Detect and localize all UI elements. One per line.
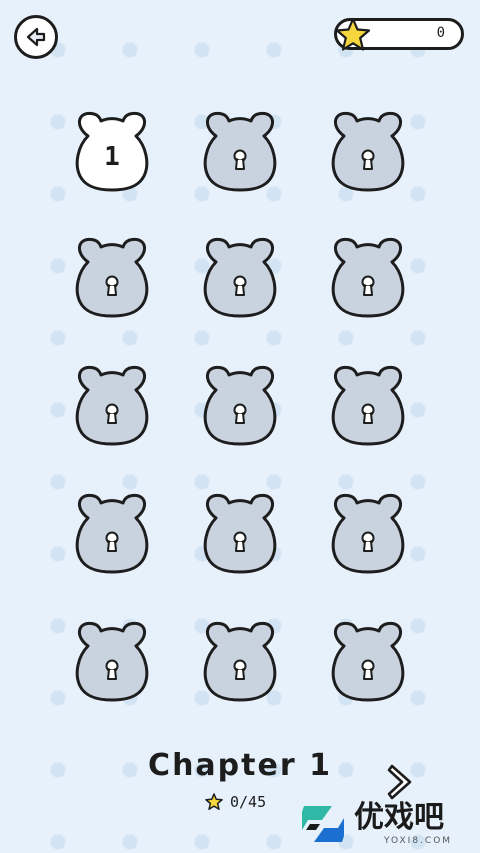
watermark: 优戏吧 YOXI8.COM: [298, 800, 480, 853]
keyhole-icon: [233, 659, 247, 680]
bear-head-icon: [331, 237, 405, 318]
bear-head-icon: [331, 493, 405, 574]
keyhole-icon: [105, 275, 119, 296]
level-locked[interactable]: [192, 360, 288, 450]
watermark-text: 优戏吧: [354, 800, 444, 835]
level-locked[interactable]: [320, 488, 416, 578]
keyhole-icon: [233, 403, 247, 424]
level-locked[interactable]: [64, 360, 160, 450]
level-locked[interactable]: [320, 616, 416, 706]
bear-head-icon: [203, 621, 277, 702]
keyhole-icon: [361, 403, 375, 424]
bear-head-icon: [331, 365, 405, 446]
bear-head-icon: [75, 493, 149, 574]
next-chapter-button[interactable]: [384, 762, 418, 802]
level-locked[interactable]: [64, 488, 160, 578]
level-grid: 1: [0, 0, 480, 702]
level-locked[interactable]: [64, 616, 160, 706]
keyhole-icon: [361, 531, 375, 552]
watermark-subtext: YOXI8.COM: [384, 836, 453, 846]
bear-head-icon: [75, 621, 149, 702]
level-locked[interactable]: [320, 360, 416, 450]
bear-head-icon: [203, 493, 277, 574]
bear-head-icon: [331, 111, 405, 192]
keyhole-icon: [233, 275, 247, 296]
keyhole-icon: [233, 149, 247, 170]
bear-head-icon: [203, 365, 277, 446]
bear-head-icon: [203, 237, 277, 318]
level-unlocked[interactable]: 1: [64, 106, 160, 196]
level-locked[interactable]: [320, 232, 416, 322]
chapter-progress: 0/45: [204, 792, 266, 812]
watermark-logo-icon: [302, 806, 344, 842]
level-locked[interactable]: [192, 232, 288, 322]
level-locked[interactable]: [192, 106, 288, 196]
keyhole-icon: [361, 659, 375, 680]
keyhole-icon: [361, 149, 375, 170]
progress-text: 0/45: [230, 793, 267, 811]
level-locked[interactable]: [320, 106, 416, 196]
keyhole-icon: [105, 531, 119, 552]
bear-head-icon: [75, 237, 149, 318]
keyhole-icon: [233, 531, 247, 552]
keyhole-icon: [105, 403, 119, 424]
level-locked[interactable]: [192, 488, 288, 578]
keyhole-icon: [361, 275, 375, 296]
bear-head-icon: [203, 111, 277, 192]
small-star-icon: [205, 793, 223, 810]
bear-head-icon: [75, 365, 149, 446]
bear-head-icon: [331, 621, 405, 702]
level-locked[interactable]: [64, 232, 160, 322]
level-locked[interactable]: [192, 616, 288, 706]
keyhole-icon: [105, 659, 119, 680]
level-number: 1: [104, 142, 120, 172]
